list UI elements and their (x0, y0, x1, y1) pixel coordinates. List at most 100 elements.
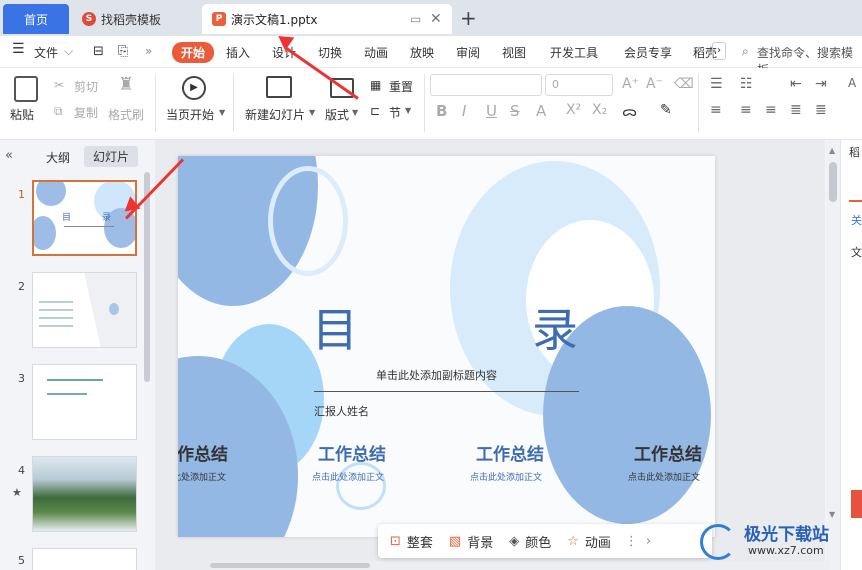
chevron-down-icon[interactable]: ▼ (352, 108, 358, 117)
highlight-icon[interactable]: ✎ (660, 102, 672, 118)
new-tab-icon[interactable]: + (460, 6, 477, 30)
canvas-scrollbar[interactable]: ▲ ▼ (826, 140, 840, 570)
item-body[interactable]: 点击此处添加正文 (312, 470, 384, 483)
align-left-icon[interactable]: ≡ (710, 102, 722, 118)
more-icon[interactable]: » (145, 44, 152, 58)
collapse-panel-icon[interactable]: « (5, 148, 13, 163)
slide-thumbnail-1[interactable]: 目 录 (32, 180, 137, 256)
numbered-list-icon[interactable]: ☷ (740, 76, 753, 92)
paste-button[interactable]: 粘贴 (10, 106, 34, 123)
menu-slideshow[interactable]: 放映 (410, 44, 434, 61)
copy-button[interactable]: 复制 (74, 104, 98, 121)
slide-thumbnail-4[interactable] (32, 456, 137, 532)
export-icon[interactable]: ⎘ (118, 44, 128, 59)
item-heading[interactable]: 工作总结 (318, 440, 386, 465)
menu-transition[interactable]: 切换 (318, 44, 342, 61)
screen-icon[interactable]: ▭ (410, 12, 421, 26)
clear-format-icon[interactable]: ⌫ (674, 76, 694, 92)
layout-button[interactable]: 版式 (325, 106, 349, 123)
save-icon[interactable]: ⊟ (93, 44, 104, 59)
background-button[interactable]: ▧ 背景 (449, 532, 493, 551)
decrease-font-icon[interactable]: A⁻ (646, 76, 663, 92)
strikethrough-icon[interactable]: S (510, 102, 520, 120)
item-heading[interactable]: 工作总结 (476, 440, 544, 465)
paste-icon[interactable] (14, 76, 38, 102)
start-from-current-button[interactable]: 当页开始 (166, 106, 214, 123)
bullet-list-icon[interactable]: ☰ (710, 76, 723, 92)
new-slide-icon[interactable] (266, 76, 292, 98)
close-tab-icon[interactable]: ✕ (430, 11, 442, 27)
decrease-indent-icon[interactable]: ⇤ (790, 76, 802, 92)
tab-outline[interactable]: 大纲 (46, 149, 70, 166)
bold-icon[interactable]: B (436, 102, 447, 120)
tab-template[interactable]: S 找稻壳模板 (72, 4, 198, 34)
justify-icon[interactable]: ≣ (790, 102, 802, 118)
tab-home[interactable]: 首页 (3, 4, 69, 34)
tab-slides[interactable]: 幻灯片 (84, 146, 139, 167)
slide-main[interactable]: 目 录 单击此处添加副标题内容 汇报人姓名 工作总结 点击此处添加正文 工作总结… (178, 156, 715, 537)
subscript-icon[interactable]: X₂ (592, 102, 607, 118)
color-button[interactable]: ◈ 颜色 (509, 532, 551, 551)
align-right-icon[interactable]: ≡ (765, 102, 777, 118)
distribute-icon[interactable]: ≣ (815, 102, 827, 118)
set-button[interactable]: ⊡ 整套 (390, 532, 433, 551)
play-icon[interactable]: ▶ (182, 76, 206, 100)
item-heading[interactable]: 工作总结 (634, 440, 702, 465)
increase-font-icon[interactable]: A⁺ (622, 76, 639, 92)
chevron-down-icon[interactable]: ▼ (405, 106, 411, 115)
format-painter-button[interactable]: 格式刷 (108, 106, 144, 123)
hamburger-icon[interactable]: ☰ (12, 41, 25, 57)
item-body[interactable]: 点击此处添加正文 (628, 470, 700, 483)
font-color-icon[interactable]: A (536, 102, 546, 120)
animation-button[interactable]: ☆ 动画 (567, 532, 611, 551)
cut-button[interactable]: 剪切 (74, 78, 98, 95)
reporter-name[interactable]: 汇报人姓名 (314, 403, 369, 419)
menu-insert[interactable]: 插入 (226, 44, 250, 61)
more-options-icon[interactable]: ⋮ (625, 534, 638, 549)
right-panel-title[interactable]: 稻 (849, 144, 860, 160)
item-heading[interactable]: 工作总结 (178, 440, 228, 465)
menu-start[interactable]: 开始 (172, 42, 215, 63)
scroll-thumb[interactable] (829, 162, 837, 202)
panel-scrollbar[interactable] (144, 172, 150, 382)
slide-thumbnail-3[interactable] (32, 364, 137, 440)
menu-member[interactable]: 会员专享 (624, 44, 672, 61)
slide-title-char-2[interactable]: 录 (532, 294, 578, 360)
align-center-icon[interactable]: ≡ (740, 102, 752, 118)
menu-developer[interactable]: 开发工具 (550, 44, 598, 61)
pinyin-icon[interactable]: ᯅ (622, 102, 637, 121)
italic-icon[interactable]: I (462, 102, 466, 120)
tab-bar: 首页 S 找稻壳模板 P 演示文稿1.pptx ▭ ✕ + (0, 0, 862, 36)
slide-title-char-1[interactable]: 目 (312, 294, 358, 360)
file-menu[interactable]: 文件 (34, 44, 58, 61)
font-name-input[interactable] (430, 74, 542, 96)
font-size-input[interactable]: 0 (545, 74, 613, 96)
slide-subtitle[interactable]: 单击此处添加副标题内容 (376, 367, 497, 383)
menu-review[interactable]: 审阅 (456, 44, 480, 61)
underline-icon[interactable]: U (486, 102, 497, 120)
menu-animation[interactable]: 动画 (364, 44, 388, 61)
menu-view[interactable]: 视图 (502, 44, 526, 61)
right-panel-link[interactable]: 关 (851, 212, 862, 228)
section-button[interactable]: 节 (389, 104, 401, 121)
chevron-down-icon[interactable]: ▼ (219, 108, 225, 117)
slide-number: 5 (18, 554, 25, 567)
chevron-down-icon[interactable]: ⌵ (64, 44, 73, 59)
item-body[interactable]: 点击此处添加正文 (470, 470, 542, 483)
new-slide-button[interactable]: 新建幻灯片 (245, 106, 305, 123)
slide-thumbnail-2[interactable] (32, 272, 137, 348)
scroll-thumb[interactable] (210, 563, 370, 568)
item-body[interactable]: 点击此处添加正文 (178, 470, 226, 483)
increase-indent-icon[interactable]: ⇥ (815, 76, 827, 92)
tab-document[interactable]: P 演示文稿1.pptx ▭ ✕ (202, 4, 452, 34)
scroll-up-icon[interactable]: ▲ (829, 146, 835, 155)
reset-button[interactable]: 重置 (389, 78, 413, 95)
chevron-right-icon[interactable]: › (646, 534, 651, 549)
paint-bucket-icon: ◈ (509, 533, 520, 549)
menu-scroll-right[interactable]: › (712, 42, 726, 60)
superscript-icon[interactable]: X² (566, 102, 581, 118)
chevron-down-icon[interactable]: ▼ (309, 108, 315, 117)
slide-thumbnail-5[interactable] (32, 548, 137, 570)
text-direction-icon[interactable]: A (848, 76, 856, 90)
right-panel-button[interactable] (851, 490, 862, 518)
